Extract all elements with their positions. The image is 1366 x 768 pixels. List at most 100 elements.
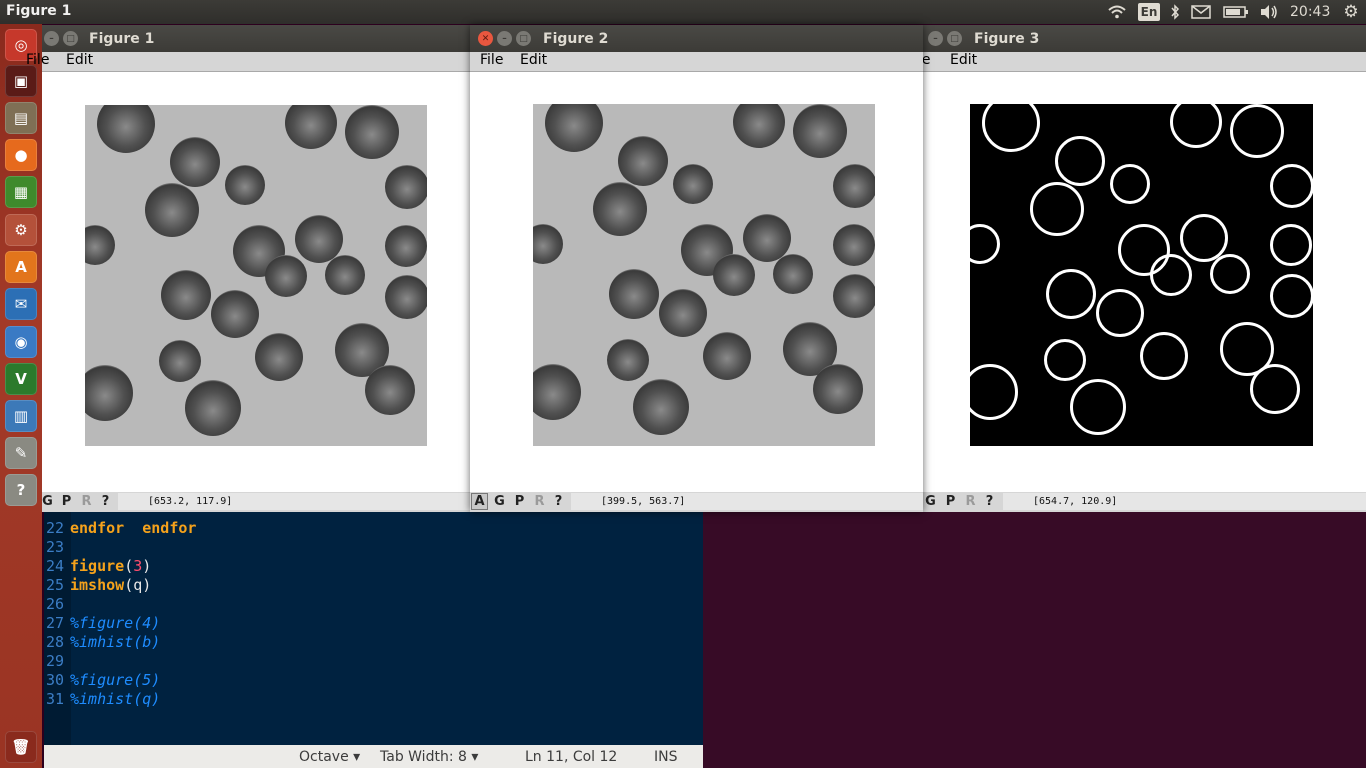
blood-cell-image	[533, 104, 875, 446]
coordinate-readout: [399.5, 563.7]	[571, 493, 923, 510]
battery-icon[interactable]	[1222, 3, 1250, 21]
tab-width-selector[interactable]: Tab Width: 8 ▾	[380, 749, 478, 765]
help-button[interactable]: ?	[97, 493, 114, 510]
cell-shape	[833, 274, 875, 318]
menu-file[interactable]: File	[26, 52, 49, 68]
figure-canvas[interactable]	[922, 72, 1366, 492]
figure-window-2[interactable]: ✕ – □ Figure 2 File Edit A G P R ? [399.…	[470, 25, 923, 512]
maximize-button[interactable]: □	[63, 31, 78, 46]
code-line: 31 %imhist(q)	[46, 690, 161, 708]
cell-shape	[265, 255, 307, 297]
cell-shape	[170, 137, 220, 187]
gear-icon[interactable]: ⚙	[1340, 2, 1362, 22]
keyboard-language-indicator[interactable]: En	[1138, 3, 1160, 21]
minimize-button[interactable]: –	[928, 31, 943, 46]
help-button[interactable]: ?	[550, 493, 567, 510]
cell-shape	[85, 365, 133, 421]
code-editor[interactable]: endfor 22 endfor 23 24 figure(3) 25 imshow(…	[44, 510, 703, 745]
bluetooth-icon[interactable]	[1168, 3, 1182, 21]
cell-shape	[733, 104, 785, 148]
cell-edge-ring	[1070, 379, 1126, 435]
maximize-button[interactable]: □	[947, 31, 962, 46]
close-button[interactable]: ✕	[478, 31, 493, 46]
pan-button[interactable]: P	[942, 493, 959, 510]
pan-button[interactable]: P	[511, 493, 528, 510]
cell-shape	[85, 225, 115, 265]
grid-button[interactable]: G	[922, 493, 939, 510]
cell-shape	[345, 105, 399, 159]
rotate-button[interactable]: R	[962, 493, 979, 510]
volume-icon[interactable]	[1258, 3, 1280, 21]
cell-shape	[159, 340, 201, 382]
figure-toolbar: G P R ? [654.7, 120.9]	[922, 492, 1366, 512]
figure-canvas[interactable]	[42, 72, 470, 492]
firefox-icon[interactable]: ●	[5, 139, 37, 171]
cell-edge-ring	[1210, 254, 1250, 294]
pan-button[interactable]: P	[58, 493, 75, 510]
menubar: File Edit	[907, 52, 1366, 72]
cell-edge-ring	[970, 364, 1018, 420]
cell-shape	[618, 136, 668, 186]
document-viewer-icon[interactable]: ▥	[5, 400, 37, 432]
menu-edit[interactable]: Edit	[66, 52, 93, 68]
code-line: 29	[46, 652, 65, 670]
cell-shape	[185, 380, 241, 436]
settings-icon[interactable]: ⚙	[5, 214, 37, 246]
files-icon[interactable]: ▤	[5, 102, 37, 134]
terminal-icon[interactable]: ▣	[5, 65, 37, 97]
menu-edit[interactable]: Edit	[520, 52, 547, 68]
cell-shape	[659, 289, 707, 337]
autoscale-button[interactable]: A	[471, 493, 488, 510]
menubar: File Edit	[470, 52, 923, 72]
cell-shape	[325, 255, 365, 295]
code-line: 25 imshow(q)	[46, 576, 152, 594]
wifi-icon[interactable]	[1106, 3, 1128, 21]
menu-file[interactable]: File	[480, 52, 503, 68]
mail-icon[interactable]	[1190, 3, 1212, 21]
rotate-button[interactable]: R	[531, 493, 548, 510]
menubar: File Edit	[26, 52, 470, 72]
text-editor-icon[interactable]: ✎	[5, 437, 37, 469]
help-icon[interactable]: ?	[5, 474, 37, 506]
clock[interactable]: 20:43	[1290, 3, 1330, 21]
figure-canvas[interactable]	[470, 72, 923, 492]
cell-shape	[145, 183, 199, 237]
minimize-button[interactable]: –	[497, 31, 512, 46]
trash-icon[interactable]: 🗑	[5, 731, 37, 763]
top-panel: Figure 1 En 20:43 ⚙	[0, 0, 1366, 24]
vim-icon[interactable]: V	[5, 363, 37, 395]
grid-button[interactable]: G	[39, 493, 56, 510]
title-bar[interactable]: – □ Figure 3	[922, 25, 1366, 52]
chromium-icon[interactable]: ◉	[5, 326, 37, 358]
title-bar[interactable]: ✕ – □ Figure 2	[470, 25, 923, 52]
software-center-icon[interactable]: A	[5, 251, 37, 283]
window-title: Figure 3	[974, 31, 1040, 47]
cell-shape	[607, 339, 649, 381]
thunderbird-icon[interactable]: ✉	[5, 288, 37, 320]
code-line: 28 %imhist(b)	[46, 633, 161, 651]
cell-shape	[673, 164, 713, 204]
cell-shape	[385, 165, 427, 209]
help-button[interactable]: ?	[981, 493, 998, 510]
code-line: 23	[46, 538, 65, 556]
cell-edge-ring	[1110, 164, 1150, 204]
menu-edit[interactable]: Edit	[950, 52, 977, 68]
insert-mode[interactable]: INS	[654, 749, 678, 765]
language-selector[interactable]: Octave ▾	[299, 749, 360, 765]
figure-window-3[interactable]: – □ Figure 3 File Edit G P R ? [654.7, 1…	[907, 25, 1366, 512]
terminal-pane[interactable]	[703, 510, 1366, 768]
cell-shape	[285, 105, 337, 149]
cell-edge-ring	[1270, 274, 1313, 318]
code-line: 27 %figure(4)	[46, 614, 161, 632]
coordinate-readout: [654.7, 120.9]	[1003, 493, 1366, 510]
grid-button[interactable]: G	[491, 493, 508, 510]
cell-edge-ring	[1230, 104, 1284, 158]
minimize-button[interactable]: –	[44, 31, 59, 46]
cell-shape	[385, 225, 427, 267]
cell-edge-ring	[1150, 254, 1192, 296]
figure-window-1[interactable]: – □ Figure 1 File Edit G P R ? [653.2, 1…	[26, 25, 470, 512]
rotate-button[interactable]: R	[78, 493, 95, 510]
maximize-button[interactable]: □	[516, 31, 531, 46]
libreoffice-icon[interactable]: ▦	[5, 176, 37, 208]
title-bar[interactable]: – □ Figure 1	[42, 25, 470, 52]
